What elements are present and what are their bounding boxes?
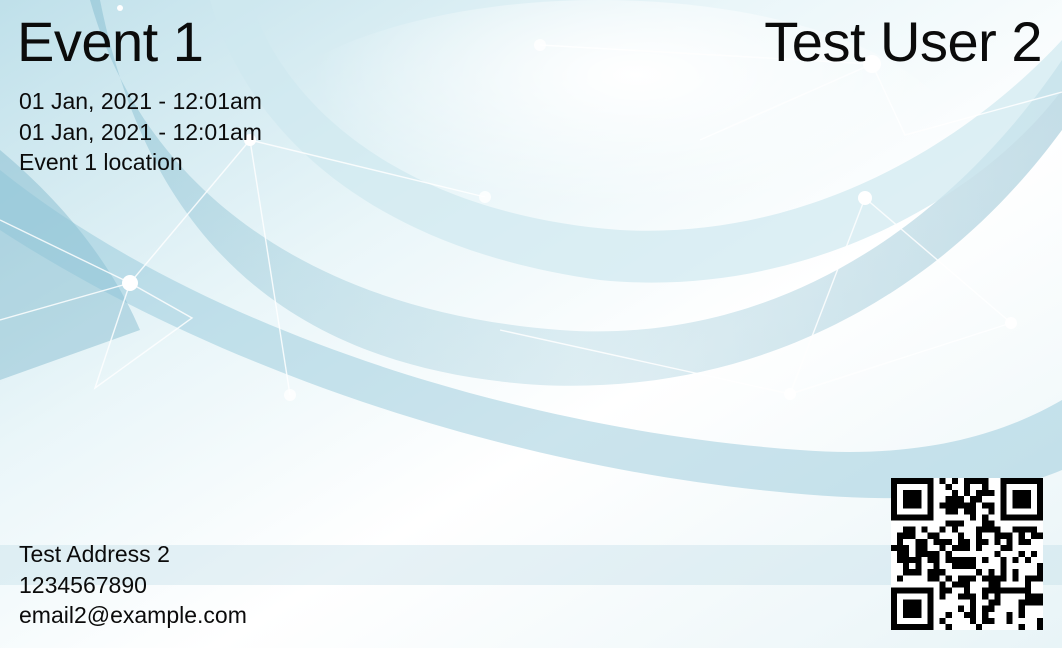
qr-code-icon [891,478,1043,630]
event-start-datetime: 01 Jan, 2021 - 12:01am [19,88,262,114]
event-end-datetime: 01 Jan, 2021 - 12:01am [19,118,262,145]
attendee-address: Test Address 2 [19,541,170,567]
attendee-email: email2@example.com [19,602,247,628]
attendee-phone: 1234567890 [19,571,147,598]
event-location: Event 1 location [19,149,183,175]
event-details: 01 Jan, 2021 - 12:01am 01 Jan, 2021 - 12… [19,86,262,178]
attendee-name: Test User 2 [764,10,1042,73]
attendee-contact: Test Address 2 1234567890 email2@example… [19,539,247,631]
event-title: Event 1 [17,10,204,73]
